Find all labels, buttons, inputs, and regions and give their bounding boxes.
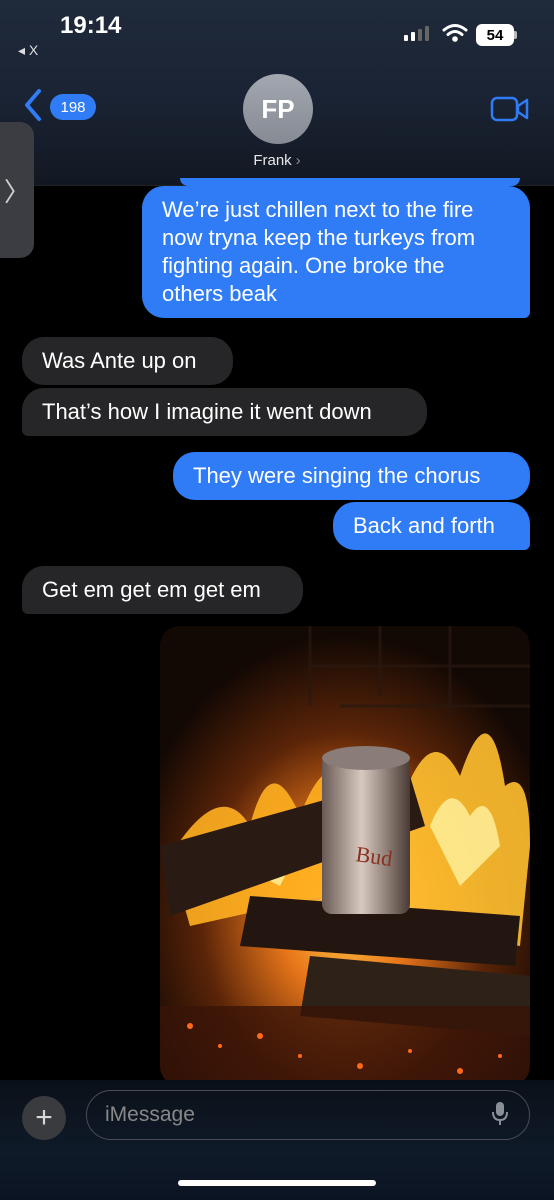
back-chevron-icon[interactable] <box>22 88 44 122</box>
message-input[interactable]: iMessage <box>86 1090 530 1140</box>
chevron-right-icon: 〉 <box>3 176 30 207</box>
contact-name[interactable]: Frank › <box>0 152 554 169</box>
signal-icon <box>404 26 429 41</box>
photo-attachment[interactable]: Bud <box>160 626 530 1086</box>
unread-count-badge[interactable]: 198 <box>50 94 96 120</box>
incoming-message[interactable]: Was Ante up on <box>22 337 233 385</box>
message-input-placeholder: iMessage <box>105 1103 195 1126</box>
plus-button[interactable]: + <box>22 1096 66 1140</box>
incoming-message[interactable]: Get em get em get em <box>22 566 303 614</box>
previous-message-bubble <box>180 178 520 186</box>
campfire-image: Bud <box>160 626 530 1086</box>
outgoing-message[interactable]: Back and forth <box>333 502 530 550</box>
status-time: 19:14 <box>60 12 122 39</box>
home-indicator <box>178 1180 376 1186</box>
incoming-message[interactable]: That’s how I imagine it went down <box>22 388 427 436</box>
microphone-icon[interactable] <box>490 1100 510 1128</box>
battery-cap <box>514 31 517 39</box>
outgoing-message[interactable]: They were singing the chorus <box>173 452 530 500</box>
contact-avatar[interactable]: FP <box>243 74 313 144</box>
battery-icon: 54 <box>476 24 514 46</box>
outgoing-message[interactable]: We’re just chillen next to the fire now … <box>142 186 530 318</box>
video-camera-icon[interactable] <box>490 95 530 123</box>
contact-name-label: Frank <box>253 152 292 169</box>
can-label: Bud <box>354 841 394 871</box>
back-to-app-link[interactable]: ◂ X <box>18 42 38 59</box>
plus-icon: + <box>35 1101 53 1134</box>
chevron-right-icon: › <box>295 152 301 169</box>
wifi-icon <box>442 24 468 42</box>
side-panel-tab[interactable]: 〉 <box>0 122 34 258</box>
